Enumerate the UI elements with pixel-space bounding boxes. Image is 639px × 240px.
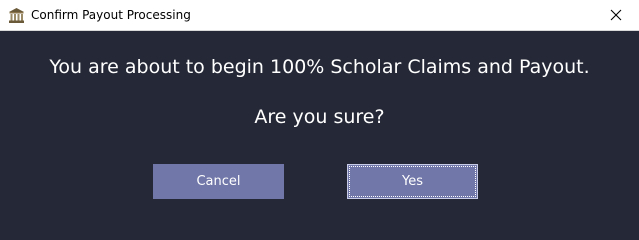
dialog-window: Confirm Payout Processing You are about …	[0, 0, 639, 236]
close-icon	[610, 9, 622, 21]
close-button[interactable]	[593, 0, 639, 30]
confirmation-message: You are about to begin 100% Scholar Clai…	[49, 56, 590, 78]
title-bar[interactable]: Confirm Payout Processing	[0, 0, 639, 31]
building-icon	[8, 7, 25, 24]
confirmation-question: Are you sure?	[254, 106, 385, 128]
yes-button[interactable]: Yes	[347, 164, 478, 199]
window-title: Confirm Payout Processing	[31, 8, 191, 22]
cancel-button[interactable]: Cancel	[153, 164, 284, 199]
